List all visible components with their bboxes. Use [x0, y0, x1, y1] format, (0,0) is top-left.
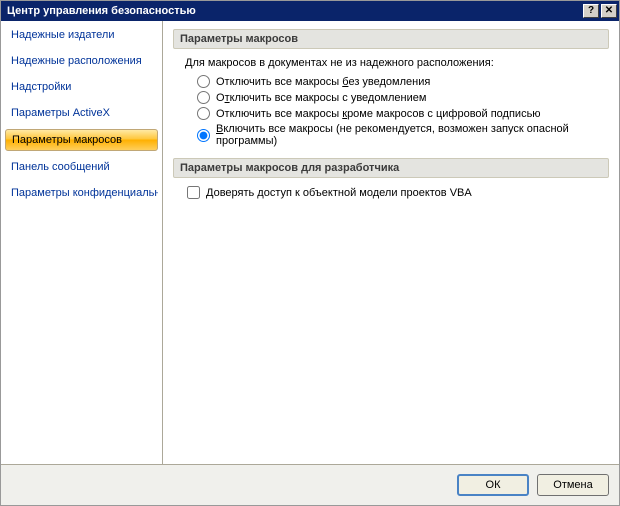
radio-label-0: Отключить все макросы без уведомления [216, 76, 430, 88]
sidebar-item-trusted-publishers[interactable]: Надежные издатели [5, 25, 158, 45]
content-area: Надежные издатели Надежные расположения … [1, 21, 619, 465]
sidebar-item-message-bar[interactable]: Панель сообщений [5, 157, 158, 177]
radio-disable-except-signed[interactable]: Отключить все макросы кроме макросов с ц… [197, 107, 609, 120]
ok-button[interactable]: ОК [457, 474, 529, 496]
sidebar: Надежные издатели Надежные расположения … [1, 21, 163, 464]
radio-input-0[interactable] [197, 75, 210, 88]
radio-input-2[interactable] [197, 107, 210, 120]
help-button[interactable]: ? [583, 4, 599, 18]
radio-disable-no-notify[interactable]: Отключить все макросы без уведомления [197, 75, 609, 88]
macro-prompt: Для макросов в документах не из надежног… [185, 57, 609, 69]
dialog-footer: ОК Отмена [1, 465, 619, 505]
radio-label-1: Отключить все макросы с уведомлением [216, 92, 426, 104]
checkbox-input-vba[interactable] [187, 186, 200, 199]
checkbox-label-vba: Доверять доступ к объектной модели проек… [206, 187, 472, 199]
sidebar-item-macro-settings[interactable]: Параметры макросов [5, 129, 158, 151]
radio-enable-all[interactable]: Включить все макросы (не рекомендуется, … [197, 123, 609, 147]
section-header-developer: Параметры макросов для разработчика [173, 158, 609, 178]
sidebar-item-activex[interactable]: Параметры ActiveX [5, 103, 158, 123]
sidebar-item-trusted-locations[interactable]: Надежные расположения [5, 51, 158, 71]
radio-label-3: Включить все макросы (не рекомендуется, … [216, 123, 609, 147]
section-header-macro: Параметры макросов [173, 29, 609, 49]
window-title: Центр управления безопасностью [7, 5, 196, 17]
titlebar-buttons: ? ✕ [581, 4, 617, 18]
radio-input-3[interactable] [197, 129, 210, 142]
radio-label-2: Отключить все макросы кроме макросов с ц… [216, 108, 541, 120]
radio-input-1[interactable] [197, 91, 210, 104]
radio-disable-with-notify[interactable]: Отключить все макросы с уведомлением [197, 91, 609, 104]
sidebar-item-addins[interactable]: Надстройки [5, 77, 158, 97]
cancel-button[interactable]: Отмена [537, 474, 609, 496]
main-panel: Параметры макросов Для макросов в докуме… [163, 21, 619, 464]
titlebar: Центр управления безопасностью ? ✕ [1, 1, 619, 21]
sidebar-item-privacy[interactable]: Параметры конфиденциальности [5, 183, 158, 203]
close-button[interactable]: ✕ [601, 4, 617, 18]
checkbox-trust-vba[interactable]: Доверять доступ к объектной модели проек… [187, 186, 609, 199]
